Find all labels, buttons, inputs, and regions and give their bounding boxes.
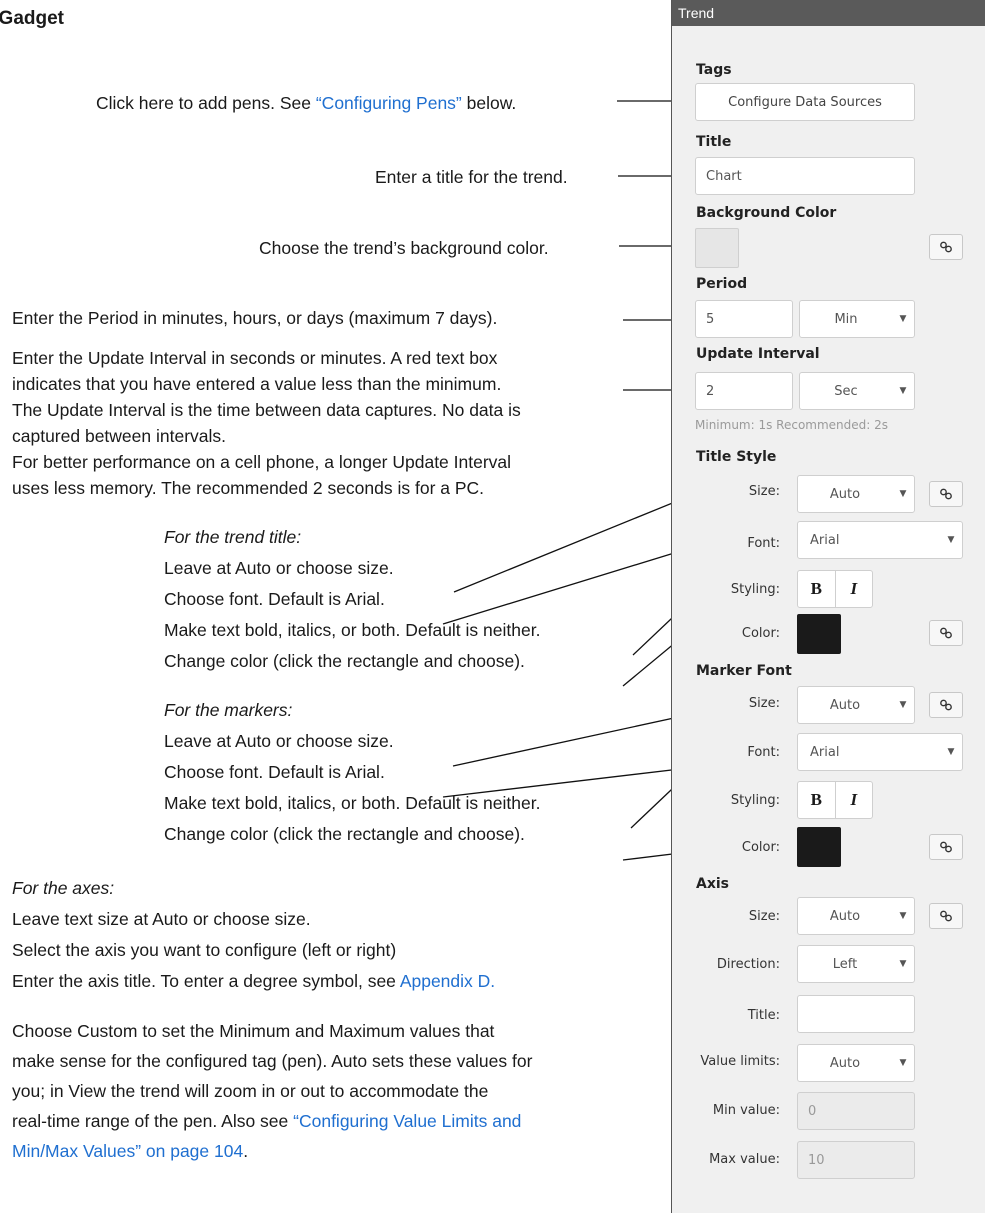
marker-size-note: Leave at Auto or choose size.: [164, 731, 394, 751]
marker-color-swatch[interactable]: [797, 827, 841, 867]
axes-heading: For the axes:: [12, 878, 115, 898]
limits-note: Choose Custom to set the Minimum and Max…: [12, 1021, 495, 1041]
trend-settings-panel: Trend Tags Configure Data Sources Title …: [671, 0, 985, 1213]
marker-styling-group: B I: [797, 781, 873, 819]
bold-button[interactable]: B: [798, 571, 835, 607]
dropdown-arrow-icon: ▼: [947, 747, 955, 757]
axis-title-input[interactable]: [797, 995, 915, 1033]
title-style-font-note: Choose font. Default is Arial.: [164, 589, 385, 609]
marker-color-note: Change color (click the rectangle and ch…: [164, 824, 525, 844]
title-font-select[interactable]: Arial ▼: [797, 521, 963, 559]
styling-label: Styling:: [730, 793, 780, 808]
link-icon[interactable]: [929, 903, 963, 929]
dropdown-arrow-icon: ▼: [899, 386, 907, 396]
dropdown-arrow-icon: ▼: [947, 535, 955, 545]
color-label: Color:: [741, 840, 780, 855]
link-icon[interactable]: [929, 834, 963, 860]
background-color-swatch[interactable]: [695, 228, 739, 268]
marker-font-label: Marker Font: [696, 663, 792, 679]
marker-heading: For the markers:: [164, 700, 293, 720]
size-label: Size:: [748, 484, 780, 499]
link-icon[interactable]: [929, 620, 963, 646]
panel-header: Trend: [672, 0, 985, 26]
bold-button[interactable]: B: [798, 782, 835, 818]
period-label: Period: [696, 276, 748, 292]
limits-note: Min/Max Values” on page 104.: [12, 1141, 249, 1161]
dropdown-arrow-icon: ▼: [899, 959, 907, 969]
axis-size-select[interactable]: Auto ▼: [797, 897, 915, 935]
configuring-pens-link[interactable]: “Configuring Pens”: [316, 93, 462, 113]
color-label: Color:: [741, 626, 780, 641]
background-color-label: Background Color: [696, 205, 837, 221]
update-annotation-line: uses less memory. The recommended 2 seco…: [12, 478, 485, 498]
link-icon[interactable]: [929, 481, 963, 507]
styling-label: Styling:: [730, 582, 780, 597]
marker-font-note: Choose font. Default is Arial.: [164, 762, 385, 782]
title-input[interactable]: Chart: [695, 157, 915, 195]
period-input[interactable]: 5: [695, 300, 793, 338]
link-icon[interactable]: [929, 234, 963, 260]
period-unit-select[interactable]: Min ▼: [799, 300, 915, 338]
axes-note: Enter the axis title. To enter a degree …: [12, 971, 496, 991]
limits-note: make sense for the configured tag (pen).…: [12, 1051, 533, 1071]
tags-annotation: Click here to add pens. See “Configuring…: [96, 93, 517, 113]
update-interval-label: Update Interval: [696, 346, 820, 362]
tags-label: Tags: [696, 62, 732, 78]
dropdown-arrow-icon: ▼: [899, 911, 907, 921]
limits-note: you; in View the trend will zoom in or o…: [12, 1081, 489, 1101]
italic-button[interactable]: I: [834, 782, 873, 818]
dropdown-arrow-icon: ▼: [899, 489, 907, 499]
value-limits-label: Value limits:: [700, 1054, 780, 1069]
value-limits-select[interactable]: Auto ▼: [797, 1044, 915, 1082]
direction-label: Direction:: [716, 957, 780, 972]
title-style-styling-note: Make text bold, italics, or both. Defaul…: [164, 620, 541, 640]
value-limits-link-cont[interactable]: Min/Max Values” on page 104: [12, 1141, 243, 1161]
appendix-d-link[interactable]: Appendix D.: [400, 971, 495, 991]
dropdown-arrow-icon: ▼: [899, 314, 907, 324]
axis-direction-select[interactable]: Left ▼: [797, 945, 915, 983]
title-style-label: Title Style: [696, 449, 777, 465]
title-style-heading: For the trend title:: [164, 527, 302, 547]
title-style-size-note: Leave at Auto or choose size.: [164, 558, 394, 578]
title-color-swatch[interactable]: [797, 614, 841, 654]
period-annotation: Enter the Period in minutes, hours, or d…: [12, 308, 498, 328]
title-size-select[interactable]: Auto ▼: [797, 475, 915, 513]
title-style-color-note: Change color (click the rectangle and ch…: [164, 651, 525, 671]
axis-label: Axis: [696, 876, 729, 892]
marker-styling-note: Make text bold, italics, or both. Defaul…: [164, 793, 541, 813]
update-annotation-line: For better performance on a cell phone, …: [12, 452, 512, 472]
link-icon[interactable]: [929, 692, 963, 718]
update-unit-select[interactable]: Sec ▼: [799, 372, 915, 410]
background-annotation: Choose the trend’s background color.: [259, 238, 549, 258]
max-value-input[interactable]: 10: [797, 1141, 915, 1179]
update-interval-hint: Minimum: 1s Recommended: 2s: [695, 418, 889, 432]
dropdown-arrow-icon: ▼: [899, 700, 907, 710]
axis-title-label: Title:: [747, 1008, 780, 1023]
marker-size-select[interactable]: Auto ▼: [797, 686, 915, 724]
title-annotation: Enter a title for the trend.: [375, 167, 568, 187]
update-annotation-line: captured between intervals.: [12, 426, 227, 446]
dropdown-arrow-icon: ▼: [899, 1058, 907, 1068]
update-interval-input[interactable]: 2: [695, 372, 793, 410]
axes-note: Leave text size at Auto or choose size.: [12, 909, 311, 929]
marker-font-select[interactable]: Arial ▼: [797, 733, 963, 771]
font-label: Font:: [747, 745, 780, 760]
size-label: Size:: [748, 909, 780, 924]
update-annotation-line: The Update Interval is the time between …: [12, 400, 521, 420]
update-annotation-line: Enter the Update Interval in seconds or …: [12, 348, 498, 368]
axes-note: Select the axis you want to configure (l…: [12, 940, 397, 960]
font-label: Font:: [747, 536, 780, 551]
max-value-label: Max value:: [709, 1152, 780, 1167]
size-label: Size:: [748, 696, 780, 711]
min-value-input[interactable]: 0: [797, 1092, 915, 1130]
value-limits-link[interactable]: “Configuring Value Limits and: [293, 1111, 521, 1131]
title-styling-group: B I: [797, 570, 873, 608]
min-value-label: Min value:: [712, 1103, 780, 1118]
configure-data-sources-button[interactable]: Configure Data Sources: [695, 83, 915, 121]
limits-note: real-time range of the pen. Also see “Co…: [12, 1111, 522, 1131]
italic-button[interactable]: I: [834, 571, 873, 607]
update-annotation-line: indicates that you have entered a value …: [12, 374, 502, 394]
title-label: Title: [696, 134, 732, 150]
